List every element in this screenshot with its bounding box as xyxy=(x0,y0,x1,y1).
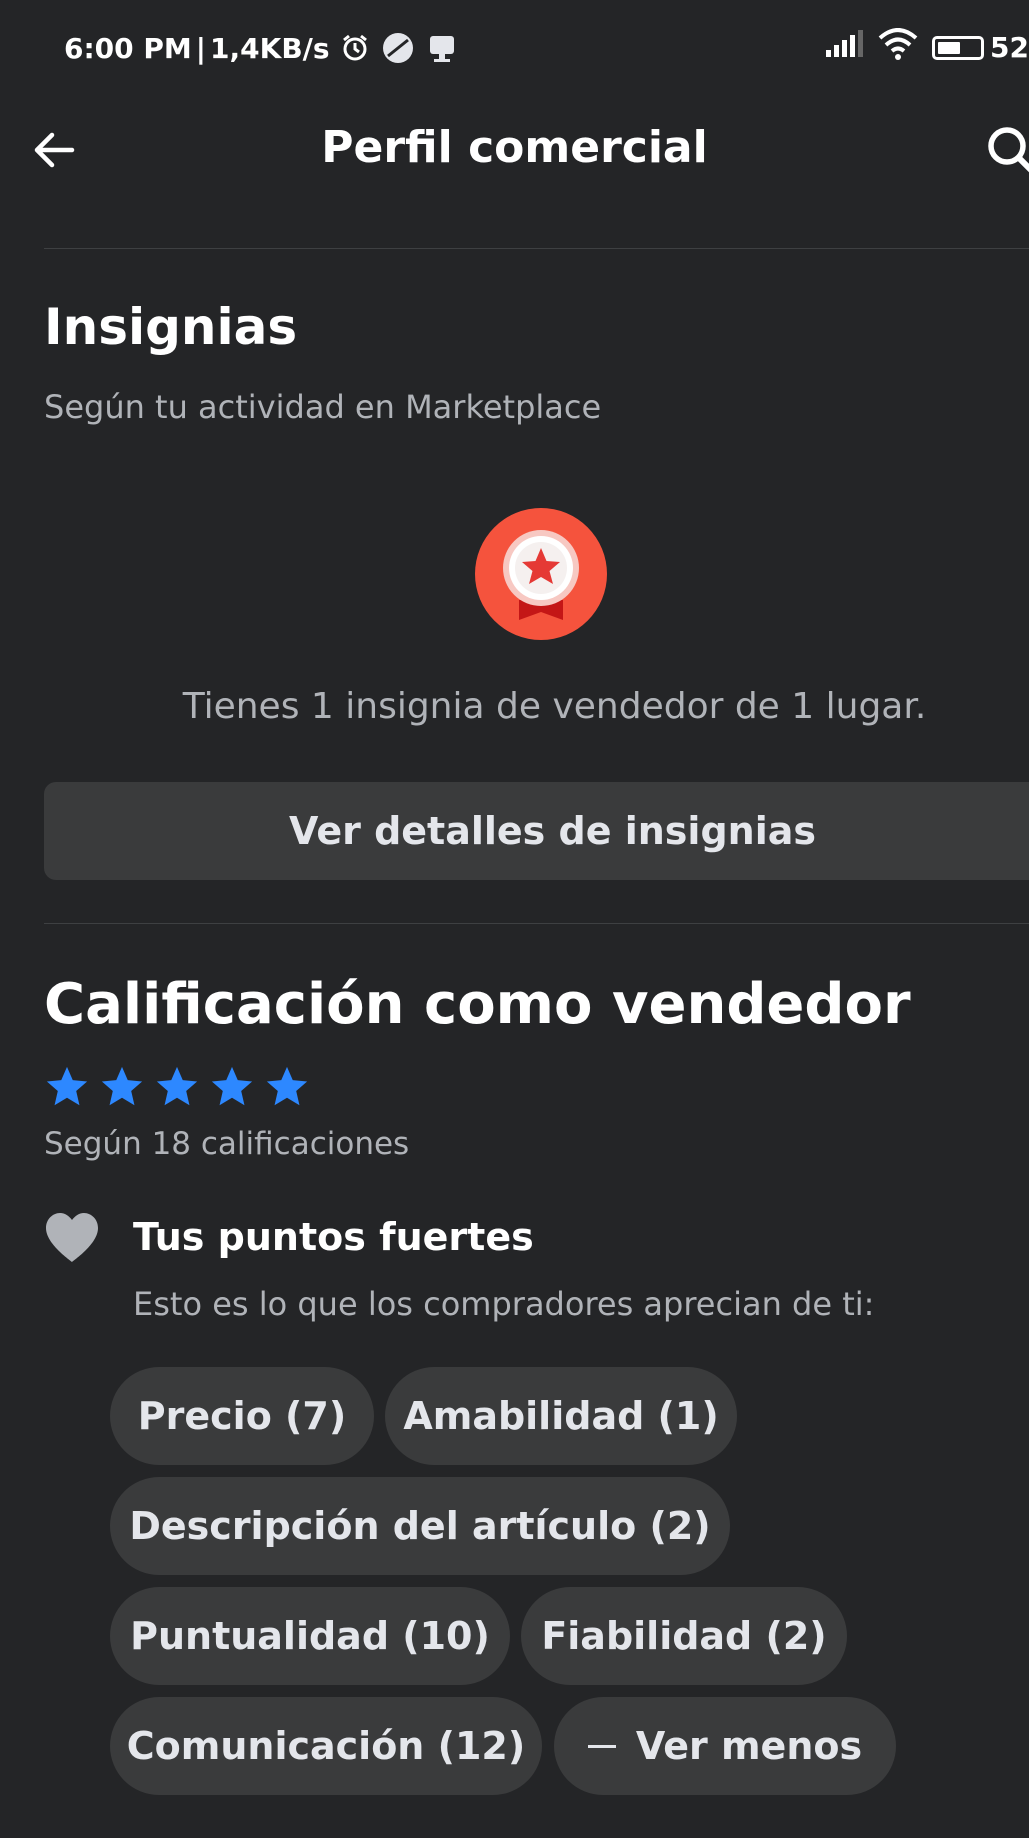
minus-icon xyxy=(587,1744,616,1748)
strength-chip[interactable]: Puntualidad (10) xyxy=(110,1587,510,1685)
rating-count: Según 18 calificaciones xyxy=(44,1126,410,1162)
badges-subtitle: Según tu actividad en Marketplace xyxy=(44,388,602,426)
strength-chip[interactable]: Precio (7) xyxy=(110,1367,374,1465)
star-icon xyxy=(156,1066,198,1106)
status-bar: 6:00 PM | 1,4KB/s 52 xyxy=(0,0,1029,100)
divider xyxy=(44,923,1029,924)
wifi-icon xyxy=(878,28,918,67)
network-speed: 1,4KB/s xyxy=(210,31,330,65)
divider xyxy=(44,248,1029,249)
see-less-label: Ver menos xyxy=(635,1724,863,1768)
star-icon xyxy=(266,1066,308,1106)
search-button[interactable] xyxy=(985,124,1029,180)
battery-level: 52 xyxy=(990,31,1029,64)
battery-icon xyxy=(932,35,985,60)
heart-icon xyxy=(44,1212,100,1264)
view-badge-details-button[interactable]: Ver detalles de insignias xyxy=(44,782,1029,880)
alarm-icon xyxy=(340,33,370,63)
strength-chip[interactable]: Fiabilidad (2) xyxy=(521,1587,847,1685)
strength-chip[interactable]: Amabilidad (1) xyxy=(385,1367,737,1465)
status-separator: | xyxy=(195,31,207,65)
star-icon xyxy=(101,1066,143,1106)
data-saver-icon xyxy=(380,30,416,66)
star-icon xyxy=(211,1066,253,1106)
status-left: 6:00 PM | 1,4KB/s xyxy=(64,30,458,66)
badge-summary: Tienes 1 insignia de vendedor de 1 lugar… xyxy=(182,686,927,727)
notification-app-icon xyxy=(426,32,458,64)
status-right: 52 xyxy=(810,28,1029,67)
strengths-description: Esto es lo que los compradores aprecian … xyxy=(133,1285,875,1323)
see-less-button[interactable]: Ver menos xyxy=(554,1697,896,1795)
badges-title: Insignias xyxy=(44,298,298,356)
strength-chip[interactable]: Comunicación (12) xyxy=(110,1697,542,1795)
star-icon xyxy=(46,1066,88,1106)
status-time: 6:00 PM xyxy=(64,31,192,65)
strengths-title: Tus puntos fuertes xyxy=(133,1215,534,1259)
page-title: Perfil comercial xyxy=(321,122,708,173)
search-icon xyxy=(988,127,1029,173)
seller-badge-icon xyxy=(475,508,607,640)
seller-rating-title: Calificación como vendedor xyxy=(44,972,911,1037)
strength-chip[interactable]: Descripción del artículo (2) xyxy=(110,1477,730,1575)
app-bar: Perfil comercial xyxy=(0,100,1029,248)
rating-stars xyxy=(44,1064,319,1110)
signal-icon xyxy=(824,30,864,65)
